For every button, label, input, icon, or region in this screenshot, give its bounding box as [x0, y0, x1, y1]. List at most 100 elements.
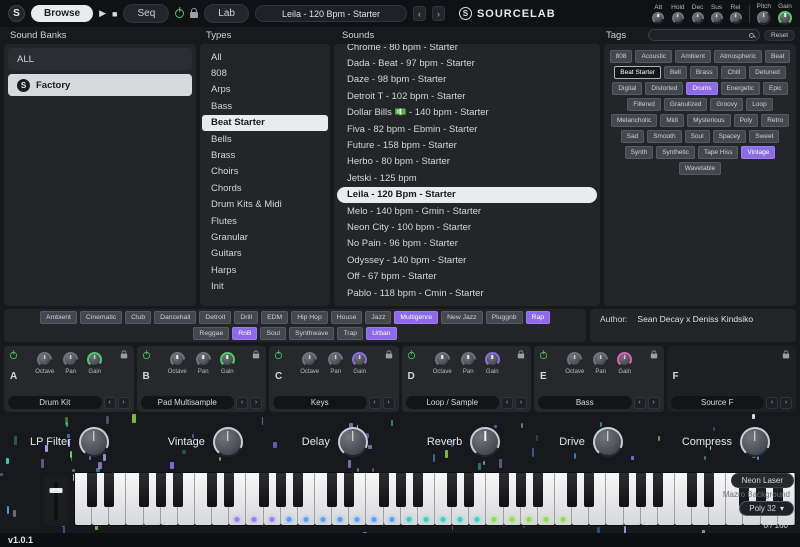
lab-tab[interactable]: Lab: [204, 4, 249, 23]
channel-name[interactable]: Pad Multisample: [141, 396, 235, 409]
genre-tag-house[interactable]: House: [331, 311, 363, 324]
gain-knob[interactable]: [778, 11, 792, 25]
channel-lock-icon[interactable]: [385, 354, 391, 359]
fx-knob-vintage[interactable]: [213, 427, 243, 457]
channel-knob-octave[interactable]: [302, 352, 317, 367]
genre-tag-rnb[interactable]: RnB: [232, 327, 257, 340]
tag-smooth[interactable]: Smooth: [647, 130, 681, 143]
black-key[interactable]: [636, 473, 646, 507]
channel-knob-octave[interactable]: [567, 352, 582, 367]
tag-ambient[interactable]: Ambient: [675, 50, 711, 63]
sound-item[interactable]: Chrome - 80 bpm - Starter: [337, 44, 597, 55]
background-selector[interactable]: Mazro Background: [723, 490, 790, 499]
channel-power-icon[interactable]: [10, 352, 17, 359]
black-key[interactable]: [173, 473, 183, 507]
env-knob-hold[interactable]: [672, 12, 684, 24]
tag-808[interactable]: 808: [610, 50, 633, 63]
sound-item[interactable]: Dada - Beat - 97 bpm - Starter: [337, 55, 597, 71]
channel-prev-button[interactable]: ‹: [236, 397, 248, 409]
black-key[interactable]: [104, 473, 114, 507]
tag-synth[interactable]: Synth: [625, 146, 654, 159]
channel-name[interactable]: Drum Kit: [8, 396, 102, 409]
channel-power-icon[interactable]: [540, 352, 547, 359]
preset-next-button[interactable]: ›: [432, 6, 445, 21]
black-key[interactable]: [584, 473, 594, 507]
tag-granulized[interactable]: Granulized: [664, 98, 707, 111]
browse-tab[interactable]: Browse: [31, 5, 93, 22]
fx-knob-delay[interactable]: [338, 427, 368, 457]
black-key[interactable]: [87, 473, 97, 507]
tag-synthetic[interactable]: Synthetic: [656, 146, 695, 159]
tag-melancholic[interactable]: Melancholic: [611, 114, 657, 127]
tag-vintage[interactable]: Vintage: [741, 146, 775, 159]
black-key[interactable]: [327, 473, 337, 507]
tag-beat[interactable]: Beat: [765, 50, 790, 63]
channel-knob-octave[interactable]: [170, 352, 185, 367]
type-item-all[interactable]: All: [202, 49, 328, 65]
type-item-guitars[interactable]: Guitars: [202, 246, 328, 262]
sound-item[interactable]: Pablo - 118 bpm - Cmin - Starter: [337, 285, 597, 301]
preset-prev-button[interactable]: ‹: [413, 6, 426, 21]
play-icon[interactable]: ▶: [99, 8, 106, 19]
channel-prev-button[interactable]: ‹: [104, 397, 116, 409]
env-knob-rel[interactable]: [730, 12, 742, 24]
channel-knob-gain[interactable]: [87, 352, 102, 367]
black-key[interactable]: [704, 473, 714, 507]
channel-next-button[interactable]: ›: [118, 397, 130, 409]
black-key[interactable]: [156, 473, 166, 507]
channel-lock-icon[interactable]: [650, 354, 656, 359]
black-key[interactable]: [413, 473, 423, 507]
genre-tag-cinematic[interactable]: Cinematic: [80, 311, 122, 324]
env-knob-dec[interactable]: [692, 12, 704, 24]
seq-tab[interactable]: Seq: [123, 4, 169, 23]
black-key[interactable]: [499, 473, 509, 507]
black-key[interactable]: [139, 473, 149, 507]
black-key[interactable]: [687, 473, 697, 507]
genre-tag-jazz[interactable]: Jazz: [365, 311, 391, 324]
channel-knob-gain[interactable]: [617, 352, 632, 367]
channel-knob-pan[interactable]: [328, 352, 343, 367]
genre-tag-dancehall[interactable]: Dancehall: [154, 311, 196, 324]
channel-prev-button[interactable]: ‹: [634, 397, 646, 409]
channel-name[interactable]: Keys: [273, 396, 367, 409]
channel-prev-button[interactable]: ‹: [369, 397, 381, 409]
env-knob-sus[interactable]: [711, 12, 723, 24]
channel-next-button[interactable]: ›: [515, 397, 527, 409]
channel-knob-octave[interactable]: [37, 352, 52, 367]
channel-prev-button[interactable]: ‹: [766, 397, 778, 409]
type-item-chords[interactable]: Chords: [202, 180, 328, 196]
sound-item[interactable]: Jetski - 125 bpm: [337, 170, 597, 186]
sound-item[interactable]: Neon City - 100 bpm - Starter: [337, 219, 597, 235]
tag-brass[interactable]: Brass: [690, 66, 719, 79]
tag-search-input[interactable]: [654, 32, 745, 39]
channel-knob-gain[interactable]: [352, 352, 367, 367]
poly-selector[interactable]: Poly 32 ▾: [739, 501, 794, 516]
genre-tag-club[interactable]: Club: [125, 311, 151, 324]
black-key[interactable]: [396, 473, 406, 507]
tag-loop[interactable]: Loop: [746, 98, 772, 111]
fx-knob-reverb[interactable]: [470, 427, 500, 457]
channel-name[interactable]: Loop / Sample: [406, 396, 500, 409]
type-item-beat-starter[interactable]: Beat Starter: [202, 115, 328, 131]
tag-poly[interactable]: Poly: [734, 114, 759, 127]
fx-knob-lp-filter[interactable]: [79, 427, 109, 457]
fx-knob-compress[interactable]: [740, 427, 770, 457]
channel-knob-pan[interactable]: [461, 352, 476, 367]
sound-item[interactable]: Odyssey - 140 bpm - Starter: [337, 252, 597, 268]
channel-knob-pan[interactable]: [63, 352, 78, 367]
channel-knob-pan[interactable]: [593, 352, 608, 367]
genre-tag-synthwave[interactable]: Synthwave: [289, 327, 334, 340]
genre-tag-soul[interactable]: Soul: [260, 327, 286, 340]
genre-tag-reggae[interactable]: Reggae: [193, 327, 229, 340]
tag-wavetable[interactable]: Wavetable: [679, 162, 721, 175]
sound-item[interactable]: Daze - 98 bpm - Starter: [337, 72, 597, 88]
black-key[interactable]: [224, 473, 234, 507]
stop-icon[interactable]: ■: [112, 9, 117, 19]
tag-digital[interactable]: Digital: [612, 82, 642, 95]
sound-item[interactable]: Off - 67 bpm - Starter: [337, 268, 597, 284]
black-key[interactable]: [619, 473, 629, 507]
black-key[interactable]: [533, 473, 543, 507]
channel-knob-octave[interactable]: [435, 352, 450, 367]
sound-item[interactable]: Herbo - 80 bpm - Starter: [337, 154, 597, 170]
genre-tag-hip-hop[interactable]: Hip Hop: [291, 311, 328, 324]
